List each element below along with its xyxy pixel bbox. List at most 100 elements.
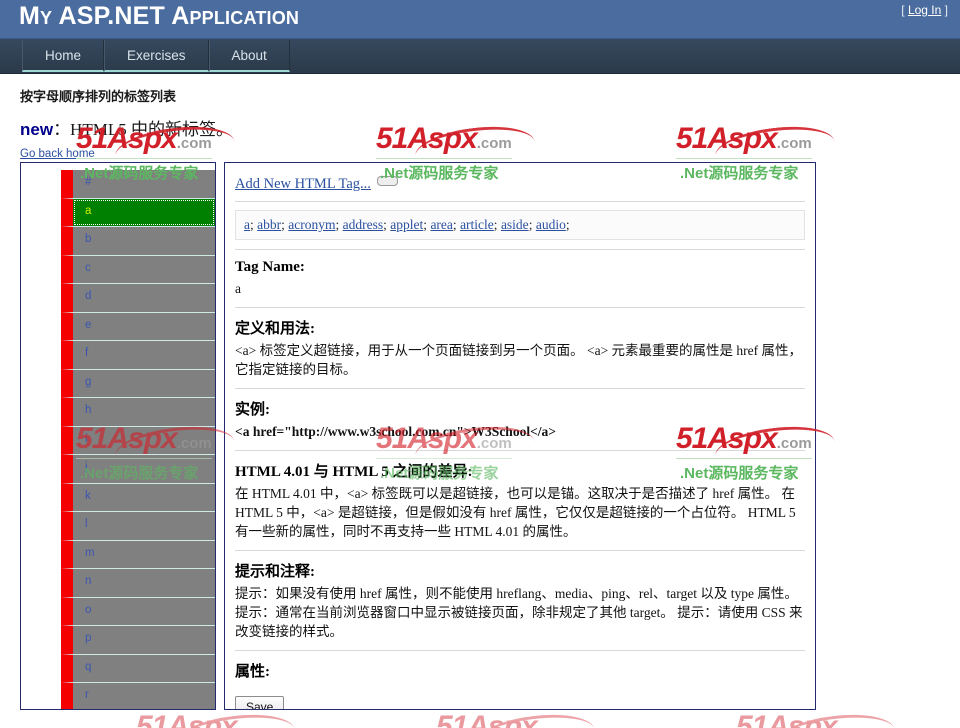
section-html-diff: HTML 4.01 与 HTML 5 之间的差异: 在 HTML 4.01 中，… (235, 450, 805, 550)
nav-link-about[interactable]: About (208, 40, 290, 72)
section-tag-name: Tag Name: a (235, 249, 805, 307)
new-label: new (20, 120, 54, 139)
watermark-swoosh-icon (472, 708, 596, 728)
alphabet-item-label[interactable]: k (73, 484, 215, 512)
alphabet-item-d[interactable]: d (61, 284, 215, 313)
alphabet-item-i[interactable]: i (61, 426, 215, 455)
alphabet-item-label[interactable]: l (73, 512, 215, 540)
alphabet-item-label[interactable]: m (73, 541, 215, 569)
page-title: My ASP.NET Application (19, 2, 300, 30)
alphabet-item-k[interactable]: k (61, 483, 215, 512)
nav-list: Home Exercises About (0, 39, 960, 73)
nav-link-exercises[interactable]: Exercises (104, 40, 209, 72)
alphabet-list: # a b c d e f g h i j k l m n o p q r (21, 163, 215, 709)
save-button[interactable]: Save (235, 696, 285, 709)
alphabet-item-j[interactable]: j (61, 455, 215, 484)
section-title: Tag Name: (235, 259, 305, 275)
alphabet-item-h[interactable]: h (61, 398, 215, 427)
log-in-link[interactable]: Log In (908, 3, 941, 17)
alphabet-item-label[interactable]: f (73, 341, 215, 369)
alphabet-item-hash[interactable]: # (61, 170, 215, 199)
intro-new-line: new：HTML5 中的新标签。 (20, 115, 960, 140)
alphabet-item-r[interactable]: r (61, 683, 215, 709)
nav-item-about[interactable]: About (208, 39, 290, 73)
tag-link-address[interactable]: address (343, 217, 384, 232)
section-body: a (235, 281, 241, 296)
watermark-brand-domain: .com (837, 723, 872, 728)
nav-item-home[interactable]: Home (22, 39, 105, 73)
alphabet-item-label[interactable]: i (73, 427, 215, 455)
alphabet-item-c[interactable]: c (61, 255, 215, 284)
section-body: 在 HTML 4.01 中，<a> 标签既可以是超链接，也可以是锚。这取决于是否… (235, 486, 796, 539)
tag-link-area[interactable]: area (430, 217, 452, 232)
alphabet-item-label[interactable]: d (73, 284, 215, 312)
tag-link-abbr[interactable]: abbr (257, 217, 281, 232)
alphabet-item-label[interactable]: p (73, 626, 215, 654)
watermark-logo: 51Aspx.com (436, 708, 596, 728)
tag-detail-panel: Add New HTML Tag... a; abbr; acronym; ad… (224, 162, 816, 710)
section-example: 实例: <a href="http://www.w3school.com.cn"… (235, 388, 805, 450)
section-body: 提示：如果没有使用 href 属性，则不能使用 hreflang、media、p… (235, 586, 803, 639)
alphabet-item-label[interactable]: g (73, 370, 215, 398)
intro-heading: 按字母顺序排列的标签列表 (20, 89, 177, 104)
tag-link-aside[interactable]: aside (501, 217, 529, 232)
tag-links-bar: a; abbr; acronym; address; applet; area;… (235, 210, 805, 240)
alphabet-sidebar: # a b c d e f g h i j k l m n o p q r (20, 162, 216, 710)
alphabet-item-f[interactable]: f (61, 341, 215, 370)
watermark-brand: 51Aspx.com (736, 708, 896, 728)
watermark-brand-51: 51 (736, 710, 768, 728)
alphabet-item-m[interactable]: m (61, 540, 215, 569)
section-attributes: 属性: Save (235, 650, 805, 709)
alphabet-item-label[interactable]: e (73, 313, 215, 341)
main-navigation: Home Exercises About (0, 39, 960, 74)
alphabet-item-q[interactable]: q (61, 654, 215, 683)
intro-new-rest: ：HTML5 中的新标签。 (53, 120, 233, 139)
tag-link-acronym[interactable]: acronym (288, 217, 335, 232)
alphabet-item-a[interactable]: a (61, 198, 215, 227)
alphabet-item-label[interactable]: r (73, 683, 215, 709)
alphabet-item-label[interactable]: b (73, 227, 215, 255)
login-status: [ Log In ] (901, 3, 948, 17)
alphabet-item-g[interactable]: g (61, 369, 215, 398)
alphabet-item-label[interactable]: q (73, 655, 215, 683)
watermark-logo: 51Aspx.com (136, 708, 296, 728)
section-title: HTML 4.01 与 HTML 5 之间的差异: (235, 464, 473, 480)
go-back-home-link[interactable]: Go back home (20, 148, 95, 160)
section-definition: 定义和用法: <a> 标签定义超链接，用于从一个页面链接到另一个页面。 <a> … (235, 307, 805, 388)
nav-link-home[interactable]: Home (22, 40, 105, 72)
alphabet-item-l[interactable]: l (61, 512, 215, 541)
section-title: 属性: (235, 664, 270, 680)
alphabet-item-label[interactable]: a (73, 199, 215, 227)
add-new-html-tag-link[interactable]: Add New HTML Tag... (235, 176, 371, 192)
section-body: <a> 标签定义超链接，用于从一个页面链接到另一个页面。 <a> 元素最重要的属… (235, 343, 803, 377)
alphabet-item-b[interactable]: b (61, 227, 215, 256)
tag-link-applet[interactable]: applet (390, 217, 423, 232)
watermark-brand-aspx: Aspx (467, 710, 537, 728)
alphabet-item-label[interactable]: n (73, 569, 215, 597)
alphabet-item-label[interactable]: # (73, 170, 215, 198)
alphabet-item-label[interactable]: h (73, 398, 215, 426)
alphabet-item-label[interactable]: o (73, 598, 215, 626)
section-body: <a href="http://www.w3school.com.cn">W3S… (235, 424, 556, 439)
add-new-tag-row: Add New HTML Tag... (235, 173, 805, 202)
tag-link-separator: ; (335, 217, 343, 232)
section-tips: 提示和注释: 提示：如果没有使用 href 属性，则不能使用 hreflang、… (235, 550, 805, 650)
watermark-brand-aspx: Aspx (167, 710, 237, 728)
alphabet-item-label[interactable]: c (73, 256, 215, 284)
page-root: My ASP.NET Application [ Log In ] Home E… (0, 0, 960, 728)
alphabet-item-n[interactable]: n (61, 569, 215, 598)
watermark-swoosh-icon (172, 708, 296, 728)
tag-link-audio[interactable]: audio (536, 217, 566, 232)
login-bracket-close: ] (941, 3, 948, 17)
tag-link-article[interactable]: article (460, 217, 494, 232)
watermark-brand: 51Aspx.com (136, 708, 296, 728)
nav-item-exercises[interactable]: Exercises (104, 39, 209, 73)
pill-textbox-icon[interactable] (376, 176, 398, 186)
alphabet-item-label[interactable]: j (73, 455, 215, 483)
alphabet-item-o[interactable]: o (61, 597, 215, 626)
alphabet-item-e[interactable]: e (61, 312, 215, 341)
go-back-home[interactable]: Go back home (20, 148, 960, 160)
alphabet-item-p[interactable]: p (61, 626, 215, 655)
site-header: My ASP.NET Application [ Log In ] (0, 0, 960, 39)
section-title: 定义和用法: (235, 321, 315, 337)
